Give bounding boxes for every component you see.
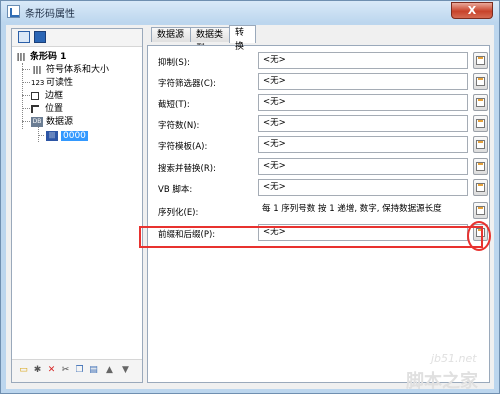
suppress-field[interactable]: <无>	[258, 52, 468, 69]
char-filter-field[interactable]: <无>	[258, 73, 468, 90]
window-title: 条形码属性	[25, 9, 75, 20]
char-filter-edit-button[interactable]	[473, 73, 488, 90]
serialization-field[interactable]: 每 1 序列号数 按 1 递增, 数字, 保持数据源长度	[258, 202, 468, 219]
edit-icon	[476, 119, 485, 128]
transform-panel: 抑制(S): <无> 字符筛选器(C): <无> 截短(T): <无> 字符数(…	[147, 45, 490, 383]
field-label: VB 脚本:	[158, 185, 193, 195]
new-icon[interactable]: ▭	[18, 365, 29, 376]
edit-icon	[476, 140, 485, 149]
copy-icon[interactable]: ❐	[74, 365, 85, 376]
database-icon: DB	[31, 116, 43, 127]
tree-item-data-0000[interactable]: ||| 0000	[46, 130, 88, 142]
edit-icon	[476, 183, 485, 192]
truncate-edit-button[interactable]	[473, 94, 488, 111]
field-label: 序列化(E):	[158, 208, 199, 218]
paste-icon[interactable]: ▤	[88, 365, 99, 376]
border-icon	[31, 91, 39, 100]
data-field-icon: |||	[46, 130, 58, 141]
row-char-template: 字符模板(A): <无>	[148, 135, 489, 155]
search-replace-field[interactable]: <无>	[258, 158, 468, 175]
delete-icon[interactable]: ✕	[46, 365, 57, 376]
serialization-button-highlight	[467, 221, 491, 251]
suppress-edit-button[interactable]	[473, 52, 488, 69]
serialization-highlight	[139, 226, 483, 248]
edit-icon	[476, 162, 485, 171]
collapse-all-icon[interactable]	[34, 31, 46, 43]
tree-item-datasource[interactable]: DB 数据源	[31, 116, 73, 128]
tab-transform[interactable]: 转换	[229, 25, 256, 52]
row-vb-script: VB 脚本: <无>	[148, 178, 489, 198]
window: 条形码属性 X ||| 条形码 1 ||| 符号体系和大小 123 可读性 边框…	[0, 0, 500, 394]
tree-panel: ||| 条形码 1 ||| 符号体系和大小 123 可读性 边框 位置 DB 数据源	[11, 28, 143, 383]
field-label: 搜索并替换(R):	[158, 164, 216, 174]
field-label: 字符模板(A):	[158, 142, 208, 152]
barcode-icon: |||	[16, 51, 26, 61]
edit-icon	[476, 98, 485, 107]
tree-item-border[interactable]: 边框	[31, 90, 63, 102]
char-count-edit-button[interactable]	[473, 115, 488, 132]
field-label: 抑制(S):	[158, 58, 190, 68]
tree-root-barcode[interactable]: ||| 条形码 1	[15, 51, 67, 63]
app-icon	[7, 5, 20, 18]
tree-item-position[interactable]: 位置	[31, 103, 63, 115]
char-template-edit-button[interactable]	[473, 136, 488, 153]
vb-script-edit-button[interactable]	[473, 179, 488, 196]
watermark-url: jb51.net	[431, 352, 477, 365]
field-label: 字符筛选器(C):	[158, 79, 216, 89]
row-char-filter: 字符筛选器(C): <无>	[148, 72, 489, 92]
close-button[interactable]: X	[451, 2, 493, 19]
field-label: 字符数(N):	[158, 121, 200, 131]
tree-header	[12, 29, 142, 47]
move-up-icon[interactable]: ▲	[104, 365, 115, 376]
dialog-content: ||| 条形码 1 ||| 符号体系和大小 123 可读性 边框 位置 DB 数据源	[6, 25, 494, 389]
vb-script-field[interactable]: <无>	[258, 179, 468, 196]
row-suppress: 抑制(S): <无>	[148, 51, 489, 71]
barcode-icon: |||	[32, 64, 42, 74]
search-replace-edit-button[interactable]	[473, 158, 488, 175]
row-search-replace: 搜索并替换(R): <无>	[148, 157, 489, 177]
edit-icon	[476, 77, 485, 86]
watermark-text: 脚本之家	[406, 371, 478, 392]
position-icon	[31, 104, 39, 113]
char-template-field[interactable]: <无>	[258, 136, 468, 153]
wizard-icon[interactable]: ✱	[32, 365, 43, 376]
edit-icon	[476, 206, 485, 215]
move-down-icon[interactable]: ▼	[120, 365, 131, 376]
title-bar: 条形码属性 X	[1, 1, 499, 23]
tree-item-symbology[interactable]: ||| 符号体系和大小	[31, 64, 109, 76]
edit-icon	[476, 56, 485, 65]
row-char-count: 字符数(N): <无>	[148, 114, 489, 134]
readability-icon: 123	[31, 78, 45, 87]
tab-datatype[interactable]: 数据类型	[190, 27, 230, 54]
expand-all-icon[interactable]	[18, 31, 30, 43]
row-serialization: 序列化(E): 每 1 序列号数 按 1 递增, 数字, 保持数据源长度	[148, 201, 489, 221]
row-truncate: 截短(T): <无>	[148, 93, 489, 113]
serialization-edit-button[interactable]	[473, 202, 488, 219]
field-label: 截短(T):	[158, 100, 190, 110]
tree-item-readability[interactable]: 123 可读性	[31, 77, 73, 89]
cut-icon[interactable]: ✂	[60, 365, 71, 376]
tab-datasource[interactable]: 数据源	[151, 27, 191, 42]
tree-toolbar: ▭ ✱ ✕ ✂ ❐ ▤ ▲ ▼	[12, 359, 142, 382]
char-count-field[interactable]: <无>	[258, 115, 468, 132]
truncate-field[interactable]: <无>	[258, 94, 468, 111]
